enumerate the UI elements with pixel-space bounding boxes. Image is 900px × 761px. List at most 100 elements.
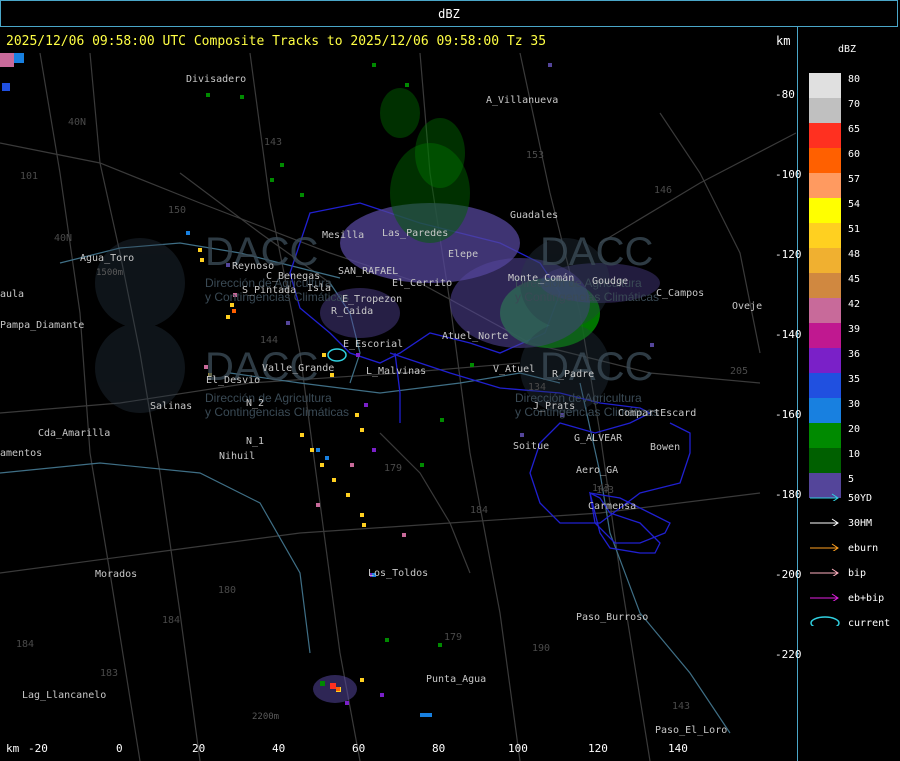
legend-level-label: 10 [848,449,861,460]
legend-swatch [809,323,841,348]
x-tick-label: 0 [116,742,123,755]
place-label: C_Campos [656,288,704,299]
y-tick-label: -220 [775,648,802,661]
legend-swatch [809,223,841,248]
place-label: S_Pintada [242,285,296,296]
legend-swatch [809,98,841,123]
legend-level-label: 54 [848,199,861,210]
road-number: 183 [100,668,118,679]
place-label: Soitue [513,441,549,452]
place-label: R_Padre [552,369,594,380]
road-number: 179 [384,463,402,474]
road-number: 179 [444,632,462,643]
legend-swatch [809,198,841,223]
legend-level-label: 36 [848,349,861,360]
legend-swatch [809,348,841,373]
legend-level-label: 48 [848,249,861,260]
legend-level-label: 45 [848,274,861,285]
elevation-label: 1500m [96,268,123,278]
y-tick-label: -140 [775,328,802,341]
legend-swatch [809,448,841,473]
place-label: Guadales [510,210,558,221]
legend-swatch [809,273,841,298]
place-label: El_Cerrito [392,278,452,289]
km-label-bottom: km [6,742,20,755]
road-number: 146 [654,185,672,196]
radar-map[interactable]: DACC DACC DACC DACC Dirección de Agricul… [0,53,796,761]
road-number: 134 [528,382,546,393]
y-tick-label: -200 [775,568,802,581]
legend-swatch [809,298,841,323]
current-cell-marker [327,348,347,362]
place-label: Paso_Burroso [576,612,648,623]
window-title-bar: dBZ [0,0,898,27]
x-tick-label: 140 [668,742,688,755]
place-label: Atuel_Norte [442,331,508,342]
window-title: dBZ [438,7,460,21]
place-label: N_1 [246,436,264,447]
road-number: 180 [218,585,236,596]
place-label: aula [0,289,24,300]
legend-swatch [809,248,841,273]
place-label: amentos [0,448,42,459]
road-number: 40N [54,233,72,244]
road-number: 150 [168,205,186,216]
place-label: Nihuil [219,451,255,462]
legend-level-label: 80 [848,74,861,85]
road-number: 190 [532,643,550,654]
legend-swatch [809,373,841,398]
x-tick-label: 120 [588,742,608,755]
legend-level-label: 65 [848,124,861,135]
y-tick-label: -160 [775,408,802,421]
y-tick-label: -80 [775,88,795,101]
place-label: N_2 [246,398,264,409]
road-number: 153 [526,150,544,161]
watermark-subtitle: Dirección de Agricultura [205,391,332,405]
place-label: Carmensa [588,501,636,512]
place-label: J_Prats [533,401,575,412]
place-label: L_Malvinas [366,366,426,377]
track-legend-symbol [810,593,839,601]
place-label: Bowen [650,442,680,453]
x-tick-label: 40 [272,742,286,755]
track-legend-symbol [810,518,839,526]
place-label: V_Atuel [493,364,535,375]
legend-level-label: 5 [848,474,855,485]
place-label: A_Villanueva [486,95,558,106]
place-label: Valle_Grande [262,363,334,374]
legend-swatch [809,73,841,98]
road-number: 144 [260,335,278,346]
legend-swatch [809,423,841,448]
place-label: Lag_Llancanelo [22,690,106,701]
road-number: 101 [20,171,38,182]
road-number: 40N [68,117,86,128]
watermark-subtitle: y Contingencias Climáticas [515,290,659,304]
x-tick-label: 20 [192,742,206,755]
place-label: E_Escorial [343,339,403,350]
watermark-subtitle: y Contingencias Climáticas [205,405,349,419]
track-legend-label: 50YD [848,493,873,504]
road-number: 184 [162,615,180,626]
track-legend-symbol [810,568,839,576]
legend-level-label: 30 [848,399,861,410]
place-label: Oveje [732,301,762,312]
place-label: Isla [307,283,331,294]
place-label: E_Tropezon [342,294,402,305]
legend-title: dBZ [838,44,857,55]
road-number: 205 [730,366,748,377]
composite-tracks-header: 2025/12/06 09:58:00 UTC Composite Tracks… [6,34,547,49]
km-label-top: km [776,34,791,48]
legend-level-label: 42 [848,299,861,310]
legend-level-label: 60 [848,149,861,160]
elevation-label: 2200m [252,712,279,722]
y-tick-label: -100 [775,168,802,181]
x-tick-label: 60 [352,742,366,755]
place-label: Monte_Comán [508,272,574,284]
place-label: G_ALVEAR [574,433,623,444]
road-number: 143 [596,485,614,496]
place-label: Paso_El_Loro [655,725,727,736]
road-number: 143 [672,701,690,712]
y-tick-label: -180 [775,488,802,501]
legend-level-label: 51 [848,224,861,235]
x-tick-label: 80 [432,742,446,755]
